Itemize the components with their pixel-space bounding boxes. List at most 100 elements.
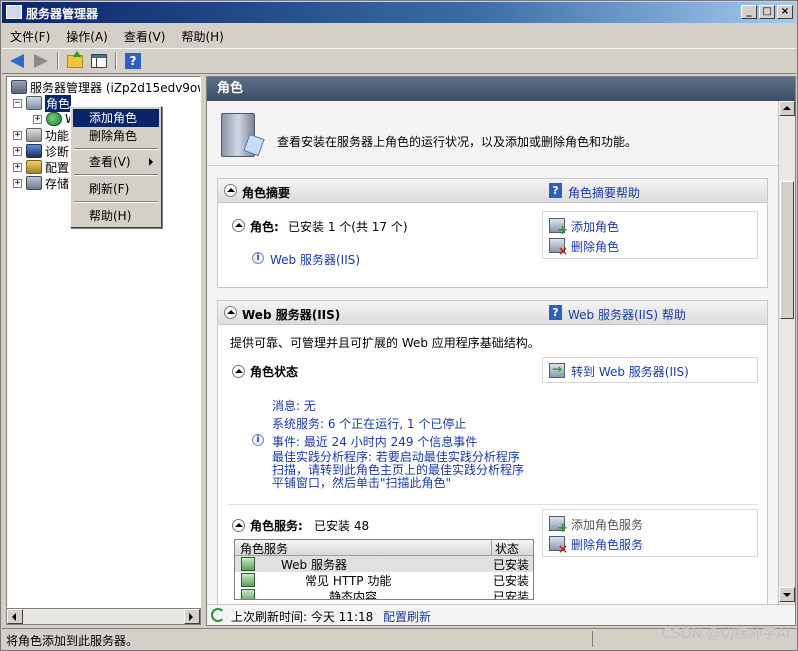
menu-view[interactable]: 查看(V) <box>116 28 174 45</box>
scroll-thumb[interactable] <box>780 181 794 319</box>
collapse-section-icon[interactable] <box>224 184 237 197</box>
back-arrow-icon <box>10 54 24 68</box>
context-view[interactable]: 查看(V) <box>73 153 159 171</box>
role-status-title: 角色状态 <box>250 365 299 379</box>
row-name: 常见 HTTP 功能 <box>305 574 392 588</box>
help-icon: ? <box>549 183 562 198</box>
maximize-button[interactable]: □ <box>759 5 775 19</box>
web-server-description: 提供可靠、可管理并且可扩展的 Web 应用程序基础结构。 <box>230 336 540 350</box>
toolbar-separator <box>57 52 59 70</box>
roles-summary-help-link[interactable]: 角色摘要帮助 <box>568 184 640 201</box>
installed-icon <box>241 589 255 599</box>
collapse-section-icon[interactable] <box>224 306 237 319</box>
tree-item-features[interactable]: + 功能 <box>13 127 69 143</box>
expand-toggle[interactable]: + <box>13 130 22 140</box>
tree-horizontal-scrollbar[interactable] <box>6 608 201 625</box>
details-pane: 角色 查看安装在服务器上角色的运行状况，以及添加或删除角色和功能。 角色摘要 ?… <box>206 76 796 626</box>
tree-label-diagnostics: 诊断 <box>45 144 70 159</box>
expand-toggle[interactable]: + <box>13 162 22 172</box>
back-button[interactable] <box>6 50 28 72</box>
context-refresh[interactable]: 刷新(F) <box>73 180 159 198</box>
tree-item-configuration[interactable]: + 配置 <box>13 159 69 175</box>
events-status[interactable]: 事件: 最近 24 小时内 249 个信息事件 <box>272 433 477 450</box>
context-add-role[interactable]: 添加角色 <box>73 109 159 127</box>
menu-file[interactable]: 文件(F) <box>2 28 58 45</box>
web-server-help-link[interactable]: Web 服务器(IIS) 帮助 <box>568 306 686 323</box>
role-services-count: 已安装 48 <box>314 519 370 533</box>
status-divider <box>592 631 593 647</box>
row-name: 静态内容 <box>329 590 378 600</box>
column-status[interactable]: 状态 <box>491 540 533 557</box>
scroll-up-button[interactable] <box>779 101 795 116</box>
tree-item-roles[interactable]: − 角色 <box>13 94 72 112</box>
tree-item-server-manager[interactable]: 服务器管理器 (iZp2d15edv9owo <box>11 79 200 95</box>
table-row[interactable]: 静态内容 已安装 <box>235 588 533 600</box>
help-button[interactable]: ? <box>122 50 144 72</box>
up-button[interactable] <box>64 50 86 72</box>
show-hide-pane-button[interactable] <box>88 50 110 72</box>
collapse-roles-icon[interactable] <box>232 219 245 232</box>
close-button[interactable]: × <box>777 5 793 19</box>
goto-icon <box>549 362 565 378</box>
info-icon: i <box>252 434 264 446</box>
goto-web-server-link[interactable]: 转到 Web 服务器(IIS) <box>571 363 689 380</box>
roles-summary-title: 角色摘要 <box>242 186 291 200</box>
collapse-role-status-icon[interactable] <box>232 365 245 378</box>
add-role-service-link[interactable]: 添加角色服务 <box>571 516 643 533</box>
collapse-role-services-icon[interactable] <box>232 519 245 532</box>
refresh-footer: 上次刷新时间: 今天 11:18 配置刷新 <box>207 604 795 625</box>
add-role-link[interactable]: 添加角色 <box>571 218 619 235</box>
divider <box>228 504 758 505</box>
details-vertical-scrollbar[interactable] <box>778 101 795 604</box>
column-role-service[interactable]: 角色服务 <box>240 540 288 557</box>
web-server-iis-link[interactable]: Web 服务器(IIS) <box>270 251 360 268</box>
table-row[interactable]: Web 服务器 已安装 <box>235 556 533 572</box>
expand-toggle[interactable]: + <box>13 178 22 188</box>
table-row[interactable]: 常见 HTTP 功能 已安装 <box>235 572 533 588</box>
tree-item-diagnostics[interactable]: + 诊断 <box>13 143 69 159</box>
role-services-actions: 添加角色服务 删除角色服务 <box>542 509 758 557</box>
menu-separator <box>74 201 158 203</box>
minimize-button[interactable]: _ <box>741 5 757 19</box>
roles-summary-section: 角色摘要 ? 角色摘要帮助 角色: 已安装 1 个(共 17 个) i Web … <box>217 178 768 288</box>
last-refresh-text: 上次刷新时间: 今天 11:18 <box>231 610 374 624</box>
menu-action[interactable]: 操作(A) <box>58 28 116 45</box>
web-server-section: Web 服务器(IIS) ? Web 服务器(IIS) 帮助 提供可靠、可管理并… <box>217 300 768 604</box>
remove-role-service-link[interactable]: 删除角色服务 <box>571 536 643 553</box>
remove-role-service-icon <box>549 536 568 556</box>
intro-text: 查看安装在服务器上角色的运行状况，以及添加或删除角色和功能。 <box>277 135 638 149</box>
forward-button[interactable] <box>30 50 52 72</box>
expand-toggle[interactable]: + <box>33 114 42 124</box>
scroll-right-button[interactable] <box>184 609 200 624</box>
toolbar: ? <box>2 48 796 74</box>
expand-toggle[interactable]: + <box>13 146 22 156</box>
context-remove-role[interactable]: 删除角色 <box>73 127 159 145</box>
show-hide-pane-icon <box>91 54 107 68</box>
remove-role-link[interactable]: 删除角色 <box>571 238 619 255</box>
scroll-down-button[interactable] <box>779 587 795 602</box>
collapse-toggle[interactable]: − <box>13 98 22 108</box>
installed-icon <box>241 557 255 571</box>
installed-icon <box>241 573 255 587</box>
diagnostics-icon <box>26 144 42 158</box>
configure-refresh-link[interactable]: 配置刷新 <box>383 608 431 625</box>
title-bar[interactable]: 服务器管理器 _ □ × <box>2 2 796 23</box>
info-icon: i <box>252 252 264 264</box>
arrow-left-icon <box>12 613 16 621</box>
context-menu: 添加角色 删除角色 查看(V) 刷新(F) 帮助(H) <box>70 106 162 228</box>
help-icon: ? <box>549 305 562 320</box>
refresh-icon <box>211 608 225 622</box>
roles-count: 已安装 1 个(共 17 个) <box>288 220 408 234</box>
forward-arrow-icon <box>34 54 48 68</box>
menu-separator <box>74 174 158 176</box>
context-help[interactable]: 帮助(H) <box>73 207 159 225</box>
toolbar-separator <box>115 52 117 70</box>
role-services-title: 角色服务: <box>250 519 303 533</box>
menu-help[interactable]: 帮助(H) <box>173 28 231 45</box>
system-services-status[interactable]: 系统服务: 6 个正在运行, 1 个已停止 <box>272 415 466 432</box>
role-status-actions: 转到 Web 服务器(IIS) <box>542 357 758 383</box>
menu-bar: 文件(F) 操作(A) 查看(V) 帮助(H) <box>2 25 796 47</box>
role-services-table[interactable]: 角色服务 状态 Web 服务器 已安装 常见 HTTP 功能 已安装 静态内容 … <box>234 539 534 600</box>
tree-item-storage[interactable]: + 存储 <box>13 175 69 191</box>
scroll-left-button[interactable] <box>7 609 23 624</box>
